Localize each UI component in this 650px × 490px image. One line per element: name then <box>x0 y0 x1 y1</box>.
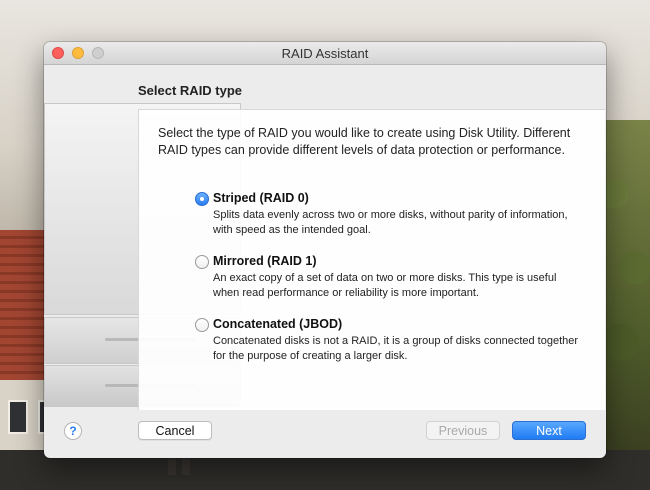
help-button[interactable]: ? <box>64 422 82 440</box>
background-roof <box>0 230 50 380</box>
title-bar[interactable]: RAID Assistant <box>44 42 606 65</box>
option-description: Concatenated disks is not a RAID, it is … <box>213 335 579 362</box>
raid-assistant-window: RAID Assistant Select RAID type Select t… <box>44 42 606 458</box>
assistant-content: Select RAID type Select the type of RAID… <box>44 65 606 458</box>
previous-button: Previous <box>426 421 500 440</box>
window-title: RAID Assistant <box>281 46 369 61</box>
background-window <box>8 400 28 434</box>
radio-concatenated[interactable] <box>195 318 209 332</box>
option-label: Striped (RAID 0) <box>213 191 309 205</box>
option-description: An exact copy of a set of data on two or… <box>213 272 557 299</box>
cancel-button[interactable]: Cancel <box>138 421 212 440</box>
raid-type-description: Select the type of RAID you would like t… <box>158 126 571 157</box>
page-title: Select RAID type <box>138 83 243 98</box>
option-label: Concatenated (JBOD) <box>213 317 343 331</box>
background-trees <box>600 120 650 490</box>
option-label: Mirrored (RAID 1) <box>213 254 317 268</box>
option-description: Splits data evenly across two or more di… <box>213 209 568 236</box>
radio-mirrored[interactable] <box>195 255 209 269</box>
next-button[interactable]: Next <box>512 421 586 440</box>
raid-type-panel: Select the type of RAID you would like t… <box>138 109 605 410</box>
radio-striped[interactable] <box>195 192 209 206</box>
